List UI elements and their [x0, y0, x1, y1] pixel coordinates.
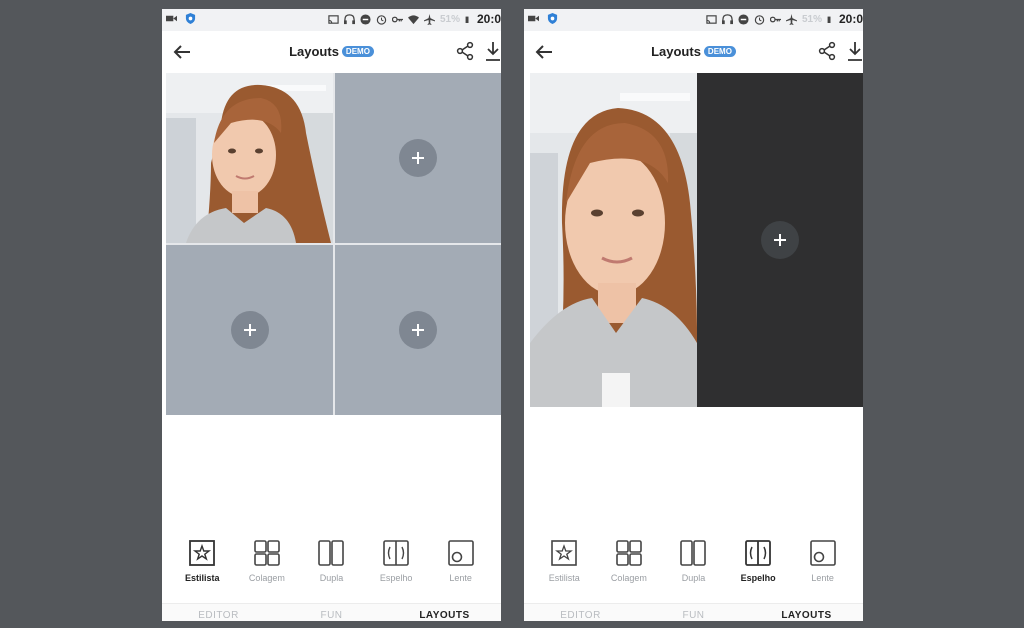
wifi-icon — [407, 14, 419, 24]
add-photo-button[interactable] — [230, 311, 269, 349]
headphones-icon — [721, 13, 733, 24]
tool-label: Lente — [449, 573, 472, 583]
plus-icon — [774, 234, 786, 246]
tool-colagem[interactable]: Colagem — [237, 539, 297, 599]
airplane-mode-icon — [423, 13, 435, 25]
layout-canvas — [162, 73, 501, 427]
photo-cell[interactable] — [166, 73, 333, 243]
tool-lente[interactable]: Lente — [793, 539, 853, 599]
plus-icon — [412, 324, 424, 336]
collage-grid — [166, 73, 501, 415]
tool-estilista[interactable]: Estilista — [534, 539, 594, 599]
portrait-photo — [530, 73, 697, 407]
tool-espelho[interactable]: Espelho — [728, 539, 788, 599]
empty-cell[interactable] — [335, 73, 501, 243]
tool-label: Lente — [811, 573, 834, 583]
tab-fun[interactable]: FUN — [637, 604, 750, 621]
layout-canvas — [524, 73, 863, 427]
layout-toolbar: Estilista Colagem Dupla Espelho Lente — [524, 539, 863, 599]
page-title: Layouts — [651, 44, 701, 59]
status-bar: 51% 20:0 — [524, 9, 863, 31]
cast-icon — [706, 14, 717, 24]
empty-cell[interactable] — [697, 73, 863, 407]
video-camera-icon — [528, 15, 539, 22]
clock: 20:0 — [838, 12, 863, 26]
do-not-disturb-icon — [738, 13, 749, 25]
empty-cell[interactable] — [335, 245, 501, 415]
alarm-icon — [754, 14, 765, 25]
tab-layouts[interactable]: LAYOUTS — [750, 604, 863, 621]
battery-percent: 51% — [801, 13, 822, 25]
cast-icon — [328, 14, 339, 24]
video-camera-icon — [166, 15, 177, 22]
tool-espelho[interactable]: Espelho — [366, 539, 426, 599]
grid-icon — [616, 540, 642, 566]
key-icon — [391, 16, 403, 22]
plus-icon — [412, 152, 424, 164]
airplane-mode-icon — [785, 13, 797, 25]
shield-icon — [185, 13, 196, 24]
photo-cell[interactable] — [530, 73, 697, 407]
add-photo-button[interactable] — [399, 311, 437, 349]
empty-cell[interactable] — [166, 245, 333, 415]
tool-label: Espelho — [740, 573, 776, 583]
share-icon[interactable] — [455, 41, 475, 61]
tool-colagem[interactable]: Colagem — [599, 539, 659, 599]
mirror-split — [530, 73, 863, 407]
add-photo-button[interactable] — [761, 221, 799, 259]
mirror-icon — [745, 540, 771, 566]
tool-dupla[interactable]: Dupla — [301, 539, 361, 599]
status-bar: 51% 20:0 — [162, 9, 501, 31]
download-icon[interactable] — [485, 40, 501, 62]
battery-icon — [827, 16, 831, 23]
grid-icon — [254, 540, 280, 566]
layout-toolbar: Estilista Colagem Dupla Espelho Lente — [162, 539, 501, 599]
clock: 20:0 — [476, 12, 501, 26]
plus-icon — [243, 324, 256, 336]
tool-label: Colagem — [610, 573, 647, 583]
mirror-icon — [383, 540, 409, 566]
app-bar: Layouts DEMO — [162, 31, 501, 73]
star-frame-icon — [189, 540, 216, 566]
tool-label: Estilista — [185, 573, 220, 583]
star-frame-icon — [551, 540, 578, 566]
tab-layouts[interactable]: LAYOUTS — [388, 604, 501, 621]
battery-percent: 51% — [439, 13, 460, 25]
double-frame-icon — [680, 540, 707, 566]
tab-editor[interactable]: EDITOR — [162, 604, 275, 621]
portrait-photo — [166, 73, 333, 243]
app-bar: Layouts DEMO — [524, 31, 863, 73]
add-photo-button[interactable] — [399, 139, 437, 177]
tool-dupla[interactable]: Dupla — [663, 539, 723, 599]
bottom-tab-bar: EDITOR FUN LAYOUTS — [524, 603, 863, 621]
bottom-tab-bar: EDITOR FUN LAYOUTS — [162, 603, 501, 621]
tool-label: Espelho — [379, 573, 413, 583]
download-icon[interactable] — [847, 40, 863, 62]
tool-lente[interactable]: Lente — [431, 539, 491, 599]
tool-label: Estilista — [548, 573, 580, 583]
battery-icon — [465, 16, 469, 23]
tab-fun[interactable]: FUN — [275, 604, 388, 621]
phone-screen-right: 51% 20:0 Layouts DEMO Estilista Colagem … — [524, 9, 863, 621]
page-title: Layouts — [289, 44, 339, 59]
lens-icon — [447, 540, 474, 566]
tab-editor[interactable]: EDITOR — [524, 604, 637, 621]
alarm-icon — [376, 14, 387, 25]
tool-label: Dupla — [319, 573, 344, 583]
do-not-disturb-icon — [360, 13, 371, 25]
demo-badge: DEMO — [341, 46, 374, 57]
demo-badge: DEMO — [703, 46, 736, 57]
tool-label: Colagem — [248, 573, 285, 583]
lens-icon — [809, 540, 836, 566]
phone-screen-left: 51% 20:0 Layouts DEMO Estilista Colagem … — [162, 9, 501, 621]
tool-label: Dupla — [681, 573, 706, 583]
double-frame-icon — [318, 540, 345, 566]
headphones-icon — [343, 13, 355, 24]
shield-icon — [547, 13, 558, 24]
key-icon — [769, 16, 781, 22]
share-icon[interactable] — [817, 41, 837, 61]
tool-estilista[interactable]: Estilista — [172, 539, 232, 599]
